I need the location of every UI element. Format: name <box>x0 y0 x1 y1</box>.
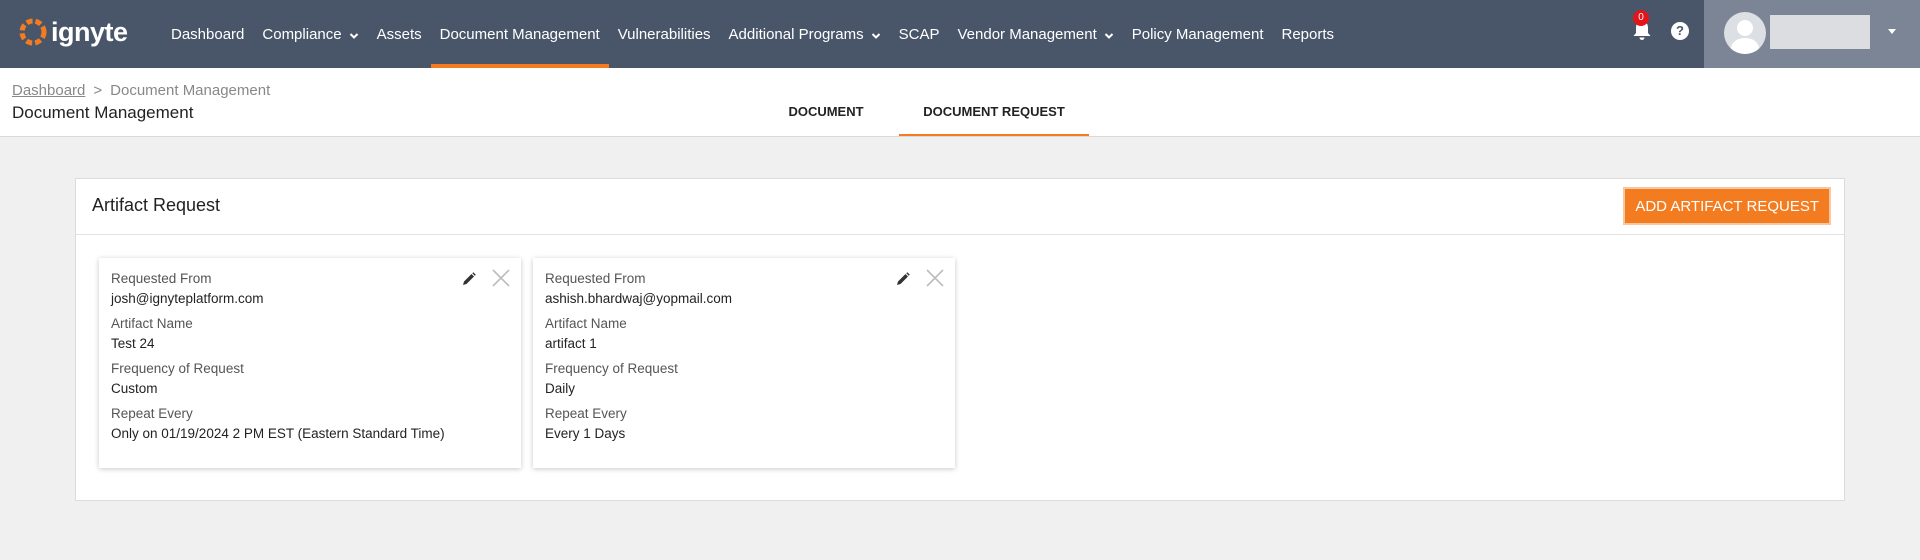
nav-policy-management[interactable]: Policy Management <box>1123 0 1273 68</box>
help-icon[interactable]: ? <box>1671 22 1689 40</box>
top-navbar: ignyte Dashboard Compliance Assets Docum… <box>0 0 1920 68</box>
nav-label: SCAP <box>898 25 940 43</box>
artifact-request-card: Requested From ashish.bhardwaj@yopmail.c… <box>533 258 955 468</box>
nav-label: Vendor Management <box>957 25 1097 43</box>
avatar <box>1724 12 1766 54</box>
repeat-every-label: Repeat Every <box>545 406 627 421</box>
nav-compliance[interactable]: Compliance <box>253 0 367 68</box>
requested-from-label: Requested From <box>545 271 646 286</box>
tab-document-request[interactable]: DOCUMENT REQUEST <box>899 92 1089 136</box>
nav-additional-programs[interactable]: Additional Programs <box>720 0 890 68</box>
logo[interactable]: ignyte <box>18 12 128 52</box>
username-placeholder <box>1770 15 1870 49</box>
breadcrumb-separator: > <box>93 82 103 99</box>
nav-document-management[interactable]: Document Management <box>430 0 609 68</box>
artifact-name-label: Artifact Name <box>545 316 627 331</box>
page-title: Document Management <box>12 103 194 122</box>
frequency-value: Custom <box>111 381 158 396</box>
logo-mark-icon <box>19 18 47 46</box>
breadcrumb: Dashboard > Document Management <box>12 82 270 99</box>
frequency-label: Frequency of Request <box>545 361 678 376</box>
requested-from-label: Requested From <box>111 271 212 286</box>
repeat-every-label: Repeat Every <box>111 406 193 421</box>
frequency-value: Daily <box>545 381 576 396</box>
nav-reports[interactable]: Reports <box>1272 0 1343 68</box>
artifact-request-card: Requested From josh@ignyteplatform.com A… <box>99 258 521 468</box>
caret-down-icon <box>1888 29 1896 34</box>
chevron-down-icon <box>871 32 880 39</box>
nav-label: Assets <box>376 25 422 43</box>
breadcrumb-current: Document Management <box>110 82 271 99</box>
user-silhouette-icon <box>1730 20 1760 54</box>
panel-header: Artifact Request ADD ARTIFACT REQUEST <box>76 179 1844 235</box>
nav-label: Compliance <box>262 25 342 43</box>
pencil-icon[interactable] <box>461 271 477 287</box>
nav-vendor-management[interactable]: Vendor Management <box>948 0 1122 68</box>
artifact-name-value: Test 24 <box>111 336 155 351</box>
nav-label: Vulnerabilities <box>617 25 711 43</box>
nav-label: Policy Management <box>1131 25 1264 43</box>
nav-label: Reports <box>1281 25 1335 43</box>
nav-label: Document Management <box>439 25 600 43</box>
nav-label: Additional Programs <box>728 25 864 43</box>
nav-dashboard[interactable]: Dashboard <box>162 0 253 68</box>
frequency-label: Frequency of Request <box>111 361 244 376</box>
close-icon[interactable] <box>925 268 945 288</box>
artifact-name-label: Artifact Name <box>111 316 193 331</box>
repeat-every-value: Every 1 Days <box>545 426 626 441</box>
pencil-icon[interactable] <box>895 271 911 287</box>
artifact-name-value: artifact 1 <box>545 336 597 351</box>
nav-assets[interactable]: Assets <box>368 0 431 68</box>
main-nav: Dashboard Compliance Assets Document Man… <box>162 0 1343 68</box>
nav-scap[interactable]: SCAP <box>890 0 949 68</box>
chevron-down-icon <box>349 32 358 39</box>
artifact-request-panel: Artifact Request ADD ARTIFACT REQUEST Re… <box>75 178 1845 501</box>
nav-vulnerabilities[interactable]: Vulnerabilities <box>609 0 720 68</box>
user-menu[interactable] <box>1704 0 1920 68</box>
logo-text: ignyte <box>51 16 128 47</box>
nav-label: Dashboard <box>171 25 245 43</box>
add-artifact-request-button[interactable]: ADD ARTIFACT REQUEST <box>1625 189 1829 223</box>
tab-bar: DOCUMENT DOCUMENT REQUEST <box>767 92 1089 136</box>
tab-document[interactable]: DOCUMENT <box>767 92 885 136</box>
notification-badge: 0 <box>1633 10 1649 26</box>
requested-from-value: ashish.bhardwaj@yopmail.com <box>545 291 733 306</box>
breadcrumb-dashboard-link[interactable]: Dashboard <box>12 82 85 99</box>
page-header: Dashboard > Document Management Document M… <box>0 68 1920 137</box>
panel-title: Artifact Request <box>92 195 221 215</box>
requested-from-value: josh@ignyteplatform.com <box>111 291 264 306</box>
chevron-down-icon <box>1104 32 1113 39</box>
close-icon[interactable] <box>491 268 511 288</box>
repeat-every-value: Only on 01/19/2024 2 PM EST (Eastern Sta… <box>111 426 445 441</box>
